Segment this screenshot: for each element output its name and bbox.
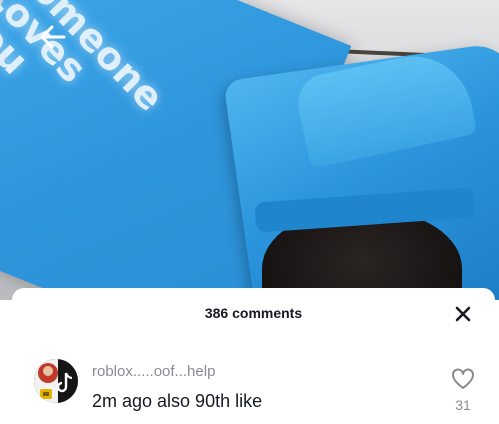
video-player[interactable]: Someone Loves You: [0, 0, 499, 300]
comment-username[interactable]: roblox.....oof...help: [92, 363, 215, 380]
like-button[interactable]: 31: [449, 368, 477, 413]
comment-text: 2m ago also 90th like: [92, 391, 263, 411]
video-card-text: Someone Loves You: [0, 0, 173, 120]
comment-item: roblox.....oof...help 2m ago also 90th l…: [12, 356, 495, 424]
heart-outline-icon[interactable]: [451, 368, 475, 390]
comments-sheet: 386 comments roblox.....oof...help 2m ag…: [12, 288, 495, 424]
tiktok-comments-screen: Someone Loves You 386 comments roblox...…: [0, 0, 499, 424]
avatar[interactable]: [34, 359, 78, 403]
close-icon[interactable]: [454, 305, 472, 323]
back-arrow-icon[interactable]: [38, 22, 68, 52]
comments-count-title: 386 comments: [204, 305, 303, 321]
like-count: 31: [455, 397, 471, 413]
